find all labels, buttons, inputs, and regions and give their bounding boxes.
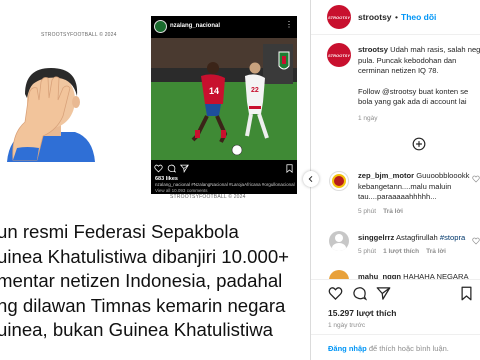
comment-meta: 5 phút 1 lượt thích Trả lời: [358, 248, 453, 255]
svg-text:22: 22: [251, 87, 259, 94]
bookmark-icon[interactable]: [459, 286, 474, 301]
comment-meta: 5 phút Trả lời: [358, 208, 410, 215]
comment-text: kebangetann....malu maluin: [358, 181, 452, 191]
avatar[interactable]: [329, 231, 349, 251]
comment-username[interactable]: zep_bjm_motor: [358, 171, 414, 180]
post-date[interactable]: 1 ngày trước: [328, 322, 365, 329]
post-actions: [311, 279, 480, 309]
like-heart-icon[interactable]: [328, 286, 343, 301]
avatar-logo-text: STROOTSY: [327, 14, 350, 20]
comment-time[interactable]: 5 phút: [358, 248, 376, 255]
load-more-comments-icon[interactable]: [412, 137, 426, 151]
post-caption: strootsy Udah mah rasis, salah neg pula.…: [358, 45, 480, 108]
svg-text:14: 14: [209, 86, 219, 96]
avatar[interactable]: STROOTSY: [327, 43, 351, 67]
comment-icon[interactable]: [352, 286, 367, 301]
heart-icon[interactable]: [472, 175, 480, 183]
reply-button[interactable]: Trả lời: [383, 208, 403, 215]
headline: un resmi Federasi Sepakbola uinea Khatul…: [0, 220, 310, 343]
headline-line: uinea Khatulistiwa dibanjiri 10.000+: [0, 245, 290, 267]
chevron-left-icon: [308, 175, 313, 183]
headline-line: ng dilawan Timnas kemarin negara: [0, 294, 286, 316]
caption-text: pula. Puncak kebodohan dan: [358, 55, 457, 65]
comment-text: Astagfirullah: [394, 233, 440, 242]
comment-time[interactable]: 5 phút: [358, 208, 376, 215]
headline-line: un resmi Federasi Sepakbola: [0, 221, 239, 242]
hashtag-link[interactable]: #stopra: [440, 233, 465, 242]
caption-username[interactable]: strootsy: [358, 45, 388, 54]
headline-line: uinea, bukan Guinea Khatulistiwa: [0, 319, 273, 340]
bookmark-icon: [286, 164, 293, 173]
comment-username[interactable]: singgelrrz: [358, 233, 394, 242]
share-icon: [180, 164, 189, 173]
watermark: STROOTSYFOOTBALL © 2024: [170, 194, 246, 200]
avatar[interactable]: [329, 171, 349, 191]
login-prompt-text: để thích hoặc bình luận.: [366, 344, 449, 353]
divider: [311, 34, 480, 35]
facepalm-emoji-icon: [7, 68, 95, 162]
embedded-caption: nzalang_nacional #NzalangNacional #Laroj…: [155, 182, 295, 187]
heart-icon: [154, 164, 163, 173]
avatar-logo-text: STROOTSY: [327, 52, 350, 58]
comment: singgelrrz Astagfirullah #stopra: [358, 233, 465, 244]
comments-panel: STROOTSY strootsy • Theo dõi STROOTSY st…: [303, 0, 480, 360]
embedded-actions: [154, 164, 294, 174]
likes-count[interactable]: 15.297 lượt thích: [328, 308, 396, 318]
embedded-instagram-post: nzalang_nacional ⋮ 14 22 683 likes nzala…: [151, 16, 297, 194]
comment-text: tau....paraaaaahhhhh...: [358, 192, 437, 201]
more-icon: ⋮: [285, 20, 293, 29]
comment-text: Guuoobbloookk: [414, 171, 470, 180]
follow-button[interactable]: Theo dõi: [401, 12, 436, 22]
login-prompt: Đăng nhập để thích hoặc bình luận.: [328, 344, 449, 353]
embedded-post-header: nzalang_nacional ⋮: [151, 16, 297, 38]
caption-timestamp[interactable]: 1 ngày: [358, 115, 378, 122]
reply-button[interactable]: Trả lời: [426, 248, 446, 255]
caption-text: bola yang gak ada di account lai: [358, 97, 467, 106]
heart-icon[interactable]: [472, 237, 480, 245]
team-crest: [278, 51, 290, 70]
watermark: STROOTSYFOOTBALL © 2024: [41, 32, 117, 38]
embedded-avatar: [154, 20, 167, 33]
post-image[interactable]: STROOTSYFOOTBALL © 2024 nzalang_nacional…: [0, 0, 311, 360]
previous-post-button[interactable]: [303, 171, 319, 187]
login-link[interactable]: Đăng nhập: [328, 344, 367, 353]
avatar[interactable]: STROOTSY: [327, 5, 351, 29]
caption-text: Follow @strootsy buat konten se: [358, 86, 469, 96]
separator-dot: •: [395, 12, 398, 22]
caption-text: cerminan netizen IQ 78.: [358, 66, 439, 75]
comment: zep_bjm_motor Guuoobbloookk kebangetann.…: [358, 171, 469, 203]
share-icon[interactable]: [376, 286, 391, 301]
headline-line: mentar netizen Indonesia, padahal: [0, 270, 283, 291]
caption-text: Udah mah rasis, salah neg: [387, 45, 480, 54]
divider: [311, 334, 480, 335]
football-match-photo: 14 22: [151, 38, 297, 160]
author-username[interactable]: strootsy: [358, 12, 392, 22]
comment-likes[interactable]: 1 lượt thích: [383, 248, 419, 255]
embedded-username: nzalang_nacional: [170, 23, 221, 29]
comment-icon: [167, 164, 176, 173]
embedded-comments-link: View all 10.093 comments: [155, 188, 208, 193]
